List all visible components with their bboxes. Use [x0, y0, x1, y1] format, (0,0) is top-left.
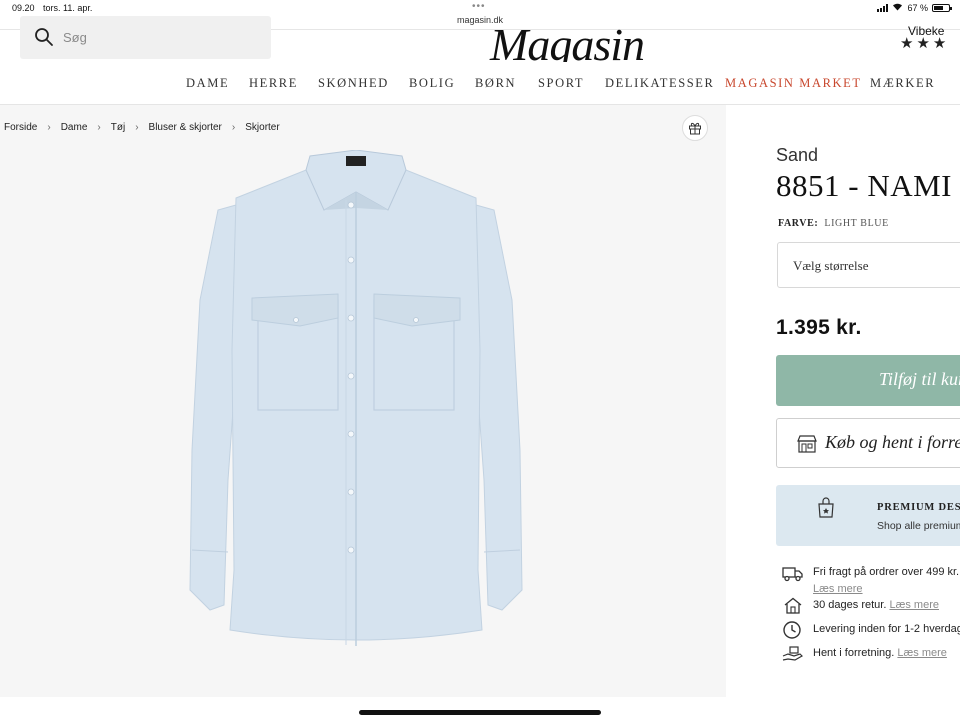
- read-more-link[interactable]: Læs mere: [897, 647, 947, 659]
- breadcrumb-separator: ›: [135, 122, 139, 133]
- color-label: FARVE:: [778, 218, 819, 229]
- truck-icon: [782, 567, 803, 582]
- product-title: 8851 - NAMI: [776, 168, 952, 203]
- usp-delivery: Levering inden for 1-2 hverdage: [782, 621, 960, 639]
- gift-icon: [689, 122, 701, 135]
- handover-icon: [782, 646, 803, 661]
- usp-text: 30 dages retur.: [813, 599, 887, 611]
- product-brand[interactable]: Sand: [776, 145, 818, 166]
- add-to-cart-label: Tilføj til kurv: [879, 369, 960, 389]
- logo-text: Magasin: [490, 20, 645, 62]
- size-select[interactable]: Vælg størrelse: [777, 242, 960, 288]
- breadcrumb-dame[interactable]: Dame: [61, 122, 88, 133]
- nav-item-delikatesser[interactable]: DELIKATESSER: [605, 76, 714, 91]
- breadcrumb-skjorter[interactable]: Skjorter: [245, 122, 279, 133]
- add-to-cart-button[interactable]: Tilføj til kurv: [776, 355, 960, 406]
- gift-wrap-button[interactable]: [682, 115, 708, 141]
- nav-item-born[interactable]: BØRN: [475, 76, 516, 91]
- usp-pickup: Hent i forretning. Læs mere: [782, 645, 960, 663]
- click-and-collect-button[interactable]: Køb og hent i forretning: [776, 418, 960, 468]
- status-date: tors. 11. apr.: [43, 3, 93, 13]
- house-icon: [784, 597, 802, 614]
- usp-text-row: 30 dages retur. Læs mere: [813, 599, 939, 611]
- wifi-icon: [892, 3, 903, 13]
- premium-designers-banner[interactable]: PREMIUM DESIGNERS Shop alle premium desi…: [776, 485, 960, 546]
- status-indicators: 67 %: [877, 3, 952, 13]
- search-input[interactable]: Søg: [20, 16, 271, 59]
- multitask-dots-icon[interactable]: •••: [472, 1, 486, 12]
- usp-text: Fri fragt på ordrer over 499 kr.: [813, 566, 960, 578]
- breadcrumb-separator: ›: [47, 122, 51, 133]
- battery-percent: 67 %: [907, 3, 928, 13]
- breadcrumb-separator: ›: [231, 122, 236, 133]
- search-icon: [35, 28, 53, 46]
- nav-item-dame[interactable]: DAME: [186, 76, 229, 91]
- color-value: LIGHT BLUE: [824, 218, 889, 229]
- home-indicator[interactable]: [359, 710, 601, 715]
- breadcrumb: Forside › Dame › Tøj › Bluser & skjorter…: [4, 122, 280, 133]
- click-and-collect-label: Køb og hent i forretning: [825, 432, 960, 452]
- nav-item-bolig[interactable]: BOLIG: [409, 76, 455, 91]
- shopping-bag-icon: [818, 497, 834, 518]
- star-icon: ★: [916, 35, 930, 52]
- membership-stars: ★ ★ ★: [900, 36, 946, 51]
- store-icon: [797, 435, 817, 453]
- clock-icon: [783, 621, 801, 639]
- breadcrumb-bluser-skjorter[interactable]: Bluser & skjorter: [149, 122, 222, 133]
- search-placeholder: Søg: [63, 30, 87, 45]
- nav-item-sport[interactable]: SPORT: [538, 76, 584, 91]
- breadcrumb-forside[interactable]: Forside: [4, 122, 37, 133]
- breadcrumb-toj[interactable]: Tøj: [111, 122, 125, 133]
- premium-subtitle: Shop alle premium designers: [877, 520, 960, 532]
- nav-item-maerker[interactable]: MÆRKER: [870, 76, 935, 91]
- magasin-logo[interactable]: Magasin: [470, 20, 650, 62]
- usp-text: Hent i forretning.: [813, 647, 895, 659]
- star-icon: ★: [900, 35, 914, 52]
- usp-free-shipping: Fri fragt på ordrer over 499 kr. Læs mer…: [782, 564, 960, 600]
- status-time: 09.20: [12, 3, 35, 13]
- product-image-shirt: [189, 150, 523, 646]
- color-info: FARVE: LIGHT BLUE: [778, 218, 889, 229]
- usp-text-row: Hent i forretning. Læs mere: [813, 647, 947, 659]
- premium-title: PREMIUM DESIGNERS: [877, 502, 960, 513]
- usp-text: Levering inden for 1-2 hverdage: [813, 623, 960, 635]
- product-price: 1.395 kr.: [776, 316, 862, 339]
- nav-item-skonhed[interactable]: SKØNHED: [318, 76, 389, 91]
- nav-item-herre[interactable]: HERRE: [249, 76, 298, 91]
- battery-icon: [932, 4, 952, 12]
- read-more-link[interactable]: Læs mere: [889, 599, 939, 611]
- usp-returns: 30 dages retur. Læs mere: [782, 597, 960, 615]
- cellular-signal-icon: [877, 4, 889, 12]
- read-more-link[interactable]: Læs mere: [813, 583, 863, 595]
- main-navigation: DAME HERRE SKØNHED BOLIG BØRN SPORT DELI…: [0, 76, 960, 96]
- breadcrumb-separator: ›: [97, 122, 101, 133]
- size-select-label: Vælg størrelse: [793, 258, 869, 273]
- nav-item-magasin-market[interactable]: MAGASIN MARKET: [725, 76, 862, 91]
- star-icon: ★: [932, 35, 947, 52]
